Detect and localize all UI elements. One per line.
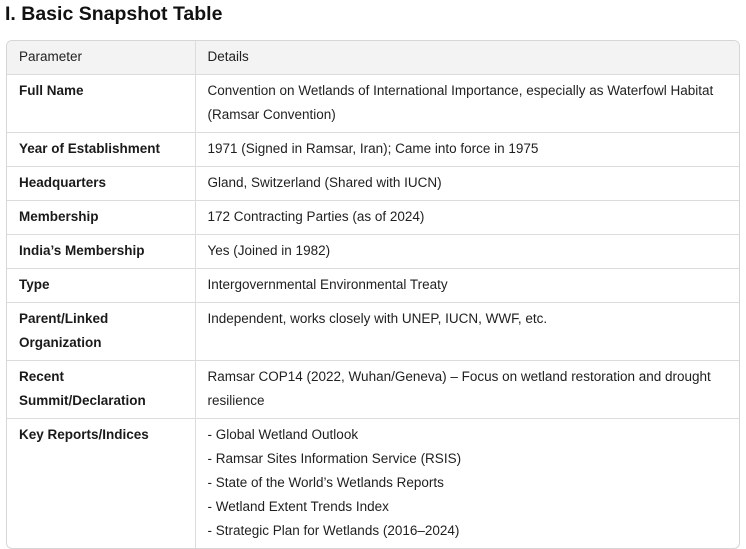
detail-line: 1971 (Signed in Ramsar, Iran); Came into…: [207, 141, 539, 156]
row-parameter: Key Reports/Indices: [19, 427, 149, 442]
detail-line: - Ramsar Sites Information Service (RSIS…: [207, 451, 462, 466]
snapshot-table: Parameter Details Full Name Convention o…: [6, 40, 740, 549]
row-details: Intergovernmental Environmental Treaty: [194, 268, 739, 303]
row-parameter: Year of Establishment: [7, 132, 195, 167]
detail-line: Intergovernmental Environmental Treaty: [207, 277, 448, 292]
row-details: Yes (Joined in 1982): [194, 234, 739, 269]
column-header-parameter: Parameter: [7, 41, 195, 75]
detail-line: Convention on Wetlands of International …: [207, 83, 714, 122]
table-row: Full Name Convention on Wetlands of Inte…: [7, 74, 739, 133]
detail-line: - Wetland Extent Trends Index: [207, 499, 389, 514]
table-row: Recent Summit/Declaration Ramsar COP14 (…: [7, 360, 739, 419]
table-row: Type Intergovernmental Environmental Tre…: [7, 268, 739, 303]
row-details: 1971 (Signed in Ramsar, Iran); Came into…: [194, 132, 739, 167]
row-parameter: Recent Summit/Declaration: [7, 360, 195, 419]
row-details: Convention on Wetlands of International …: [194, 74, 739, 133]
row-parameter: Parent/Linked Organization: [7, 302, 195, 361]
row-details: 172 Contracting Parties (as of 2024): [194, 200, 739, 235]
table-header-row: Parameter Details: [7, 41, 739, 75]
table-row: India’s Membership Yes (Joined in 1982): [7, 234, 739, 269]
detail-line: Ramsar COP14 (2022, Wuhan/Geneva) – Focu…: [207, 369, 711, 408]
row-parameter: Membership: [7, 200, 195, 235]
row-details: Independent, works closely with UNEP, IU…: [194, 302, 739, 361]
row-details: - Global Wetland Outlook - Ramsar Sites …: [194, 418, 739, 548]
row-details: Ramsar COP14 (2022, Wuhan/Geneva) – Focu…: [194, 360, 739, 419]
detail-line: - State of the World’s Wetlands Reports: [207, 475, 444, 490]
row-parameter: Type: [7, 268, 195, 303]
table-row: Parent/Linked Organization Independent, …: [7, 302, 739, 361]
row-parameter: India’s Membership: [7, 234, 195, 269]
table-row: Headquarters Gland, Switzerland (Shared …: [7, 166, 739, 201]
table-row: Key Reports/Indices - Global Wetland Out…: [7, 418, 739, 548]
table-row: Year of Establishment 1971 (Signed in Ra…: [7, 132, 739, 167]
row-parameter: Headquarters: [7, 166, 195, 201]
row-parameter: Full Name: [7, 74, 195, 133]
detail-line: Gland, Switzerland (Shared with IUCN): [207, 175, 442, 190]
row-details: Gland, Switzerland (Shared with IUCN): [194, 166, 739, 201]
detail-line: - Strategic Plan for Wetlands (2016–2024…: [207, 523, 460, 538]
detail-line: Yes (Joined in 1982): [207, 243, 331, 258]
table-row: Membership 172 Contracting Parties (as o…: [7, 200, 739, 235]
detail-line: - Global Wetland Outlook: [207, 427, 359, 442]
detail-line: Independent, works closely with UNEP, IU…: [207, 311, 548, 326]
page-title: I. Basic Snapshot Table: [5, 3, 223, 25]
detail-line: 172 Contracting Parties (as of 2024): [207, 209, 425, 224]
column-header-details: Details: [194, 41, 739, 75]
